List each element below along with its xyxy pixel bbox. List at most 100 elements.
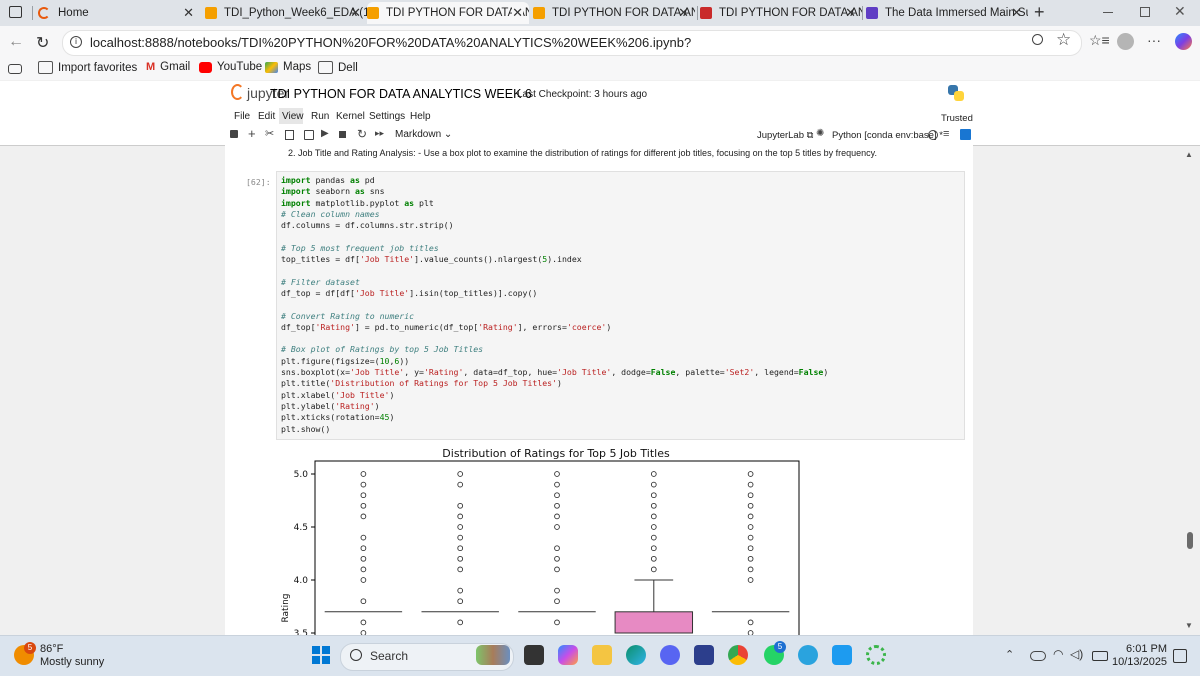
new-tab-icon[interactable]: + bbox=[1034, 2, 1045, 23]
scroll-up-icon[interactable]: ▲ bbox=[1185, 150, 1193, 159]
store-icon[interactable] bbox=[694, 645, 714, 665]
cell-type-select[interactable]: Markdown ⌄ bbox=[395, 129, 452, 140]
minimize-icon[interactable] bbox=[1103, 12, 1113, 13]
copilot-app-icon[interactable] bbox=[558, 645, 578, 665]
outlier-point bbox=[554, 619, 560, 626]
outlier-point bbox=[360, 555, 367, 562]
menu-help[interactable]: Help bbox=[410, 111, 431, 122]
hamburger-icon[interactable]: ≡ bbox=[943, 128, 949, 140]
outlier-point bbox=[747, 577, 754, 583]
tab-notebook-active[interactable]: TDI PYTHON FOR DATA ANA ✕ bbox=[367, 2, 529, 24]
notification-bell-icon[interactable] bbox=[1173, 649, 1187, 663]
chevron-up-icon[interactable]: ⌃ bbox=[1005, 648, 1014, 661]
add-cell-icon[interactable]: + bbox=[248, 126, 256, 141]
copy-icon[interactable] bbox=[285, 130, 294, 140]
outlier-point bbox=[360, 502, 367, 509]
menu-run[interactable]: Run bbox=[311, 111, 329, 122]
close-icon[interactable]: ✕ bbox=[1011, 5, 1022, 21]
window-close-icon[interactable]: ✕ bbox=[1174, 3, 1186, 20]
close-icon[interactable]: ✕ bbox=[512, 5, 523, 21]
edge-icon[interactable] bbox=[626, 645, 646, 665]
task-view-icon[interactable] bbox=[524, 645, 544, 665]
notebook-title[interactable]: TDI PYTHON FOR DATA ANALYTICS WEEK 6 bbox=[270, 87, 532, 101]
outlier-point bbox=[457, 471, 464, 477]
menu-view[interactable]: View bbox=[282, 111, 304, 122]
tab-divider bbox=[32, 6, 33, 20]
scroll-down-icon[interactable]: ▼ bbox=[1185, 621, 1193, 630]
clock-time[interactable]: 6:01 PM bbox=[1125, 643, 1167, 655]
menu-settings[interactable]: Settings bbox=[369, 111, 405, 122]
notebook-icon bbox=[367, 7, 379, 19]
menu-file[interactable]: File bbox=[234, 111, 250, 122]
kernel-name[interactable]: Python [conda env:base] * bbox=[832, 130, 943, 141]
code-source[interactable]: import pandas as pd import seaborn as sn… bbox=[281, 175, 828, 435]
restore-icon[interactable] bbox=[1140, 7, 1150, 17]
telegram-icon[interactable] bbox=[798, 645, 818, 665]
save-icon[interactable] bbox=[230, 130, 238, 138]
jupyterlab-label: JupyterLab bbox=[757, 130, 805, 141]
weather-condition[interactable]: Mostly sunny bbox=[40, 656, 104, 668]
battery-icon[interactable] bbox=[1092, 651, 1108, 661]
run-all-icon[interactable]: ▸▸ bbox=[375, 128, 384, 139]
profile-avatar[interactable] bbox=[1117, 33, 1134, 50]
restart-icon[interactable]: ↻ bbox=[357, 127, 367, 141]
bookmark-youtube[interactable]: YouTube bbox=[199, 61, 262, 73]
bookmark-gmail[interactable]: M Gmail bbox=[146, 61, 190, 73]
refresh-icon[interactable]: ↻ bbox=[36, 33, 49, 53]
search-placeholder: Search bbox=[370, 649, 409, 663]
site-info-icon[interactable]: i bbox=[70, 36, 82, 48]
favorites-icon[interactable]: ☆≡ bbox=[1089, 32, 1110, 49]
menu-edit[interactable]: Edit bbox=[258, 111, 275, 122]
bookmark-dell[interactable]: Dell bbox=[318, 61, 358, 74]
close-icon[interactable]: ✕ bbox=[845, 5, 856, 21]
url-text[interactable]: localhost:8888/notebooks/TDI%20PYTHON%20… bbox=[90, 35, 691, 50]
plot-area: 5.04.54.03.5 bbox=[294, 460, 800, 635]
menu-kernel[interactable]: Kernel bbox=[336, 111, 365, 122]
file-explorer-icon[interactable] bbox=[592, 645, 612, 665]
close-icon[interactable]: ✕ bbox=[183, 5, 194, 21]
favorite-star-icon[interactable]: ☆ bbox=[1056, 30, 1071, 50]
more-icon[interactable]: ··· bbox=[1147, 32, 1161, 48]
jupyterlab-link[interactable]: JupyterLab ⧉ bbox=[757, 130, 813, 141]
loading-app-icon[interactable] bbox=[866, 645, 886, 665]
paste-icon[interactable] bbox=[304, 130, 314, 140]
close-icon[interactable]: ✕ bbox=[678, 5, 689, 21]
tab-actions-icon[interactable] bbox=[9, 6, 22, 18]
tab-label: Home bbox=[58, 7, 89, 19]
chrome-icon[interactable] bbox=[728, 645, 748, 665]
wifi-icon[interactable]: ◠ bbox=[1053, 647, 1063, 661]
outlier-point bbox=[554, 492, 560, 499]
jupyter-logo-icon[interactable] bbox=[231, 84, 244, 100]
trusted-indicator[interactable]: Trusted bbox=[941, 113, 973, 124]
tab-pdf[interactable]: TDI PYTHON FOR DATA ANA ✕ bbox=[700, 2, 862, 24]
markdown-cell-text[interactable]: 2. Job Title and Rating Analysis: - Use … bbox=[288, 148, 877, 158]
sidebar-toggle-icon[interactable] bbox=[8, 64, 22, 74]
copilot-icon[interactable] bbox=[1175, 33, 1192, 50]
tab-notebook-3[interactable]: TDI PYTHON FOR DATA ANA ✕ bbox=[533, 2, 695, 24]
zoom-icon[interactable] bbox=[1032, 34, 1043, 45]
tab-data-immersed[interactable]: The Data Immersed Main Su ✕ bbox=[866, 2, 1028, 24]
clock-date[interactable]: 10/13/2025 bbox=[1112, 656, 1167, 668]
onedrive-icon[interactable] bbox=[1030, 651, 1046, 661]
kernel-settings-icon[interactable]: ✺ bbox=[816, 128, 824, 139]
scrollbar-thumb[interactable] bbox=[1187, 532, 1193, 549]
cut-icon[interactable]: ✂ bbox=[265, 127, 274, 140]
panel-toggle-icon[interactable] bbox=[960, 129, 971, 140]
volume-icon[interactable]: ◁) bbox=[1070, 647, 1083, 661]
search-highlight-icon[interactable] bbox=[476, 645, 510, 665]
bookmark-import-favorites[interactable]: Import favorites bbox=[38, 61, 137, 74]
discord-icon[interactable] bbox=[660, 645, 680, 665]
windows-start-icon[interactable] bbox=[312, 646, 330, 664]
run-icon[interactable]: ▶ bbox=[321, 128, 329, 139]
tab-home[interactable]: Home ✕ bbox=[38, 2, 200, 24]
tab-divider bbox=[862, 6, 863, 20]
outlier-point bbox=[457, 534, 464, 541]
tab-notebook-1[interactable]: TDI_Python_Week6_EDA (1) ✕ bbox=[205, 2, 367, 24]
back-icon[interactable]: ← bbox=[8, 33, 24, 51]
twitter-icon[interactable] bbox=[832, 645, 852, 665]
close-icon[interactable]: ✕ bbox=[350, 5, 361, 21]
temperature[interactable]: 86°F bbox=[40, 643, 63, 655]
bookmark-maps[interactable]: Maps bbox=[265, 61, 311, 73]
stop-icon[interactable] bbox=[339, 131, 346, 138]
y-tick-label: 4.5 bbox=[294, 523, 308, 533]
